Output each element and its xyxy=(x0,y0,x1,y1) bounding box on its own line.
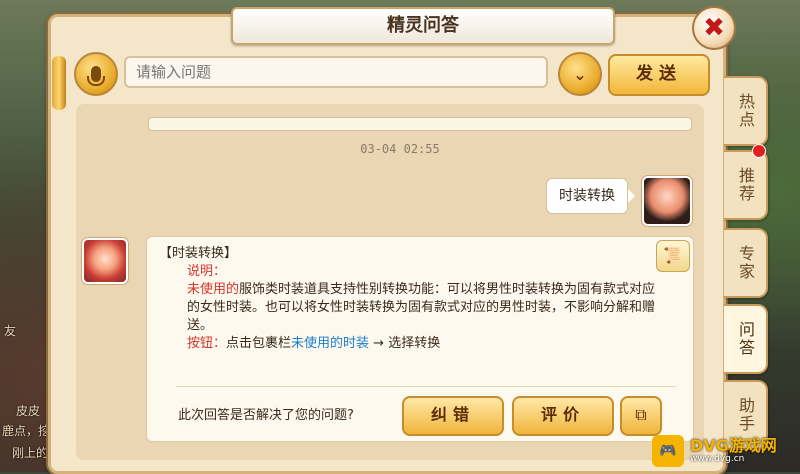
send-button[interactable]: 发送 xyxy=(608,54,710,96)
tab-qa[interactable]: 问答 xyxy=(724,304,768,374)
tab-expert[interactable]: 专家 xyxy=(724,228,768,298)
microphone-icon xyxy=(87,66,105,86)
rate-button[interactable]: 评价 xyxy=(512,396,614,436)
watermark-brand: DVG游戏网 xyxy=(690,436,777,455)
description-label: 说明： xyxy=(187,264,227,279)
watermark-url: www.dvg.cn xyxy=(690,454,745,464)
background-text: 刚上的 xyxy=(12,446,49,460)
correct-error-button[interactable]: 纠错 xyxy=(402,396,504,436)
chevron-down-icon: ⌄ xyxy=(573,64,587,84)
button-label: 按钮： xyxy=(187,336,227,351)
background-text: 友 xyxy=(4,324,17,338)
background-text: 皮皮 xyxy=(16,404,41,418)
button-instruction-suffix: → 选择转换 xyxy=(369,336,441,351)
unused-fashion-link[interactable]: 未使用的时装 xyxy=(291,336,369,351)
description-text: 服饰类时装道具支持性别转换功能：可以将男性时装转换为固有款式对应的女性时装。也可… xyxy=(187,282,656,333)
decorative-rope xyxy=(52,56,66,110)
close-button[interactable]: ✖ xyxy=(692,6,736,50)
answer-header: 【时装转换】 xyxy=(159,246,238,261)
chat-scroll-bar[interactable] xyxy=(148,117,692,131)
description-highlight: 未使用的 xyxy=(187,282,240,297)
share-icon: ⧉ xyxy=(635,405,647,424)
gamepad-icon: 🎮 xyxy=(652,435,684,467)
button-instruction: 点击包裹栏 xyxy=(226,336,292,351)
feedback-question: 此次回答是否解决了您的问题? xyxy=(178,408,354,423)
bot-avatar xyxy=(82,238,128,284)
question-input[interactable] xyxy=(124,56,548,88)
notification-badge xyxy=(752,144,766,158)
background-text: 鹿点，挖 xyxy=(2,424,51,438)
scroll-note-icon: 📜 xyxy=(656,240,690,272)
dialog-title: 精灵问答 xyxy=(387,15,459,36)
voice-input-button[interactable] xyxy=(74,52,118,96)
tab-hot[interactable]: 热点 xyxy=(724,76,768,146)
tab-recommend[interactable]: 推荐 xyxy=(724,150,768,220)
divider xyxy=(176,386,676,387)
user-avatar xyxy=(642,176,692,226)
title-bar: 精灵问答 xyxy=(231,7,615,45)
dropdown-button[interactable]: ⌄ xyxy=(558,52,602,96)
watermark-logo: 🎮 DVG游戏网 www.dvg.cn xyxy=(652,430,800,472)
user-message-bubble: 时装转换 xyxy=(546,178,635,214)
message-timestamp: 03-04 02:55 xyxy=(360,142,440,156)
close-icon: ✖ xyxy=(703,13,725,43)
